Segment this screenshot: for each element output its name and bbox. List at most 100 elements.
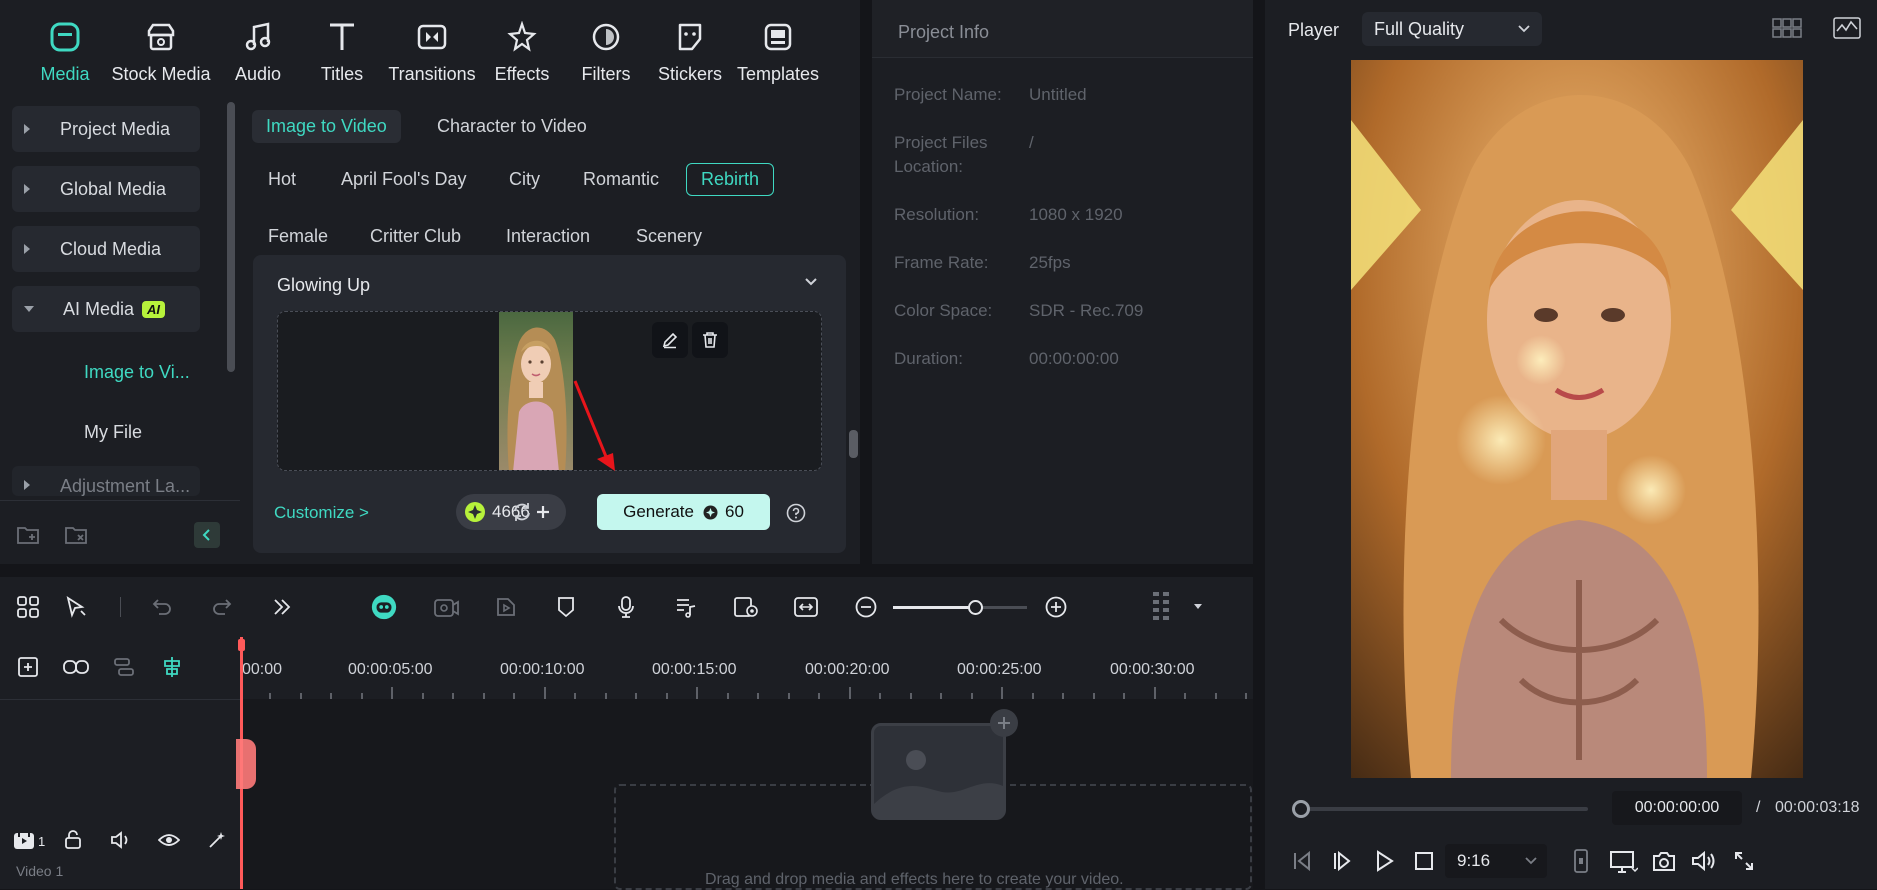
ai-copilot-icon[interactable] <box>370 593 398 621</box>
generate-button[interactable]: Generate 60 <box>597 494 770 530</box>
chevron-down-icon[interactable] <box>1194 604 1202 609</box>
aspect-ratio-value: 9:16 <box>1457 851 1491 870</box>
template-card: Glowing Up Customize > 4666 Generate 60 <box>253 255 846 553</box>
tag-female[interactable]: Female <box>268 226 328 247</box>
aspect-ratio-dropdown[interactable]: 9:16 <box>1445 844 1547 878</box>
ai-effect-icon[interactable] <box>206 829 228 851</box>
image-upload-area[interactable] <box>277 311 822 471</box>
fit-timeline-icon[interactable] <box>792 593 820 621</box>
toolbar-label: Templates <box>736 64 820 84</box>
pencil-icon <box>662 332 678 349</box>
collapse-sidebar-button[interactable] <box>194 522 220 548</box>
refresh-icon[interactable] <box>511 501 533 523</box>
toolbar-media[interactable]: Media <box>10 20 120 85</box>
edit-image-button[interactable] <box>652 322 688 358</box>
delete-image-button[interactable] <box>692 322 728 358</box>
zoom-out-icon[interactable] <box>852 593 880 621</box>
zoom-in-icon[interactable] <box>1042 593 1070 621</box>
previous-frame-icon[interactable] <box>1291 850 1313 872</box>
toolbar-templates[interactable]: Templates <box>723 20 833 85</box>
grid-view-icon[interactable] <box>1772 17 1802 39</box>
zoom-slider-handle[interactable] <box>968 600 983 615</box>
more-tools-icon[interactable] <box>268 593 296 621</box>
fullscreen-icon[interactable] <box>1733 850 1755 872</box>
track-list-icon[interactable] <box>110 653 138 681</box>
sidebar-scrollbar[interactable] <box>227 102 235 372</box>
stop-icon[interactable] <box>1413 850 1435 872</box>
timeline-ruler[interactable]: 00:00 00:00:05:00 00:00:10:00 00:00:15:0… <box>240 637 1253 699</box>
microphone-icon[interactable] <box>612 593 640 621</box>
generate-label: Generate <box>623 502 694 521</box>
track-visibility-icon[interactable] <box>158 829 180 851</box>
sidebar-item-cloud-media[interactable]: Cloud Media <box>12 226 200 272</box>
tag-rebirth[interactable]: Rebirth <box>686 163 775 196</box>
video-preview[interactable] <box>1351 60 1803 778</box>
preview-render-icon[interactable] <box>732 593 760 621</box>
tag-critter-club[interactable]: Critter Club <box>370 226 461 247</box>
ruler-tick-label: 00:00:20:00 <box>805 661 890 678</box>
link-icon[interactable] <box>62 653 90 681</box>
sidebar-subitem-image-to-video[interactable]: Image to Vi... <box>84 362 190 383</box>
zoom-slider-track[interactable] <box>893 606 1027 609</box>
chevron-down-icon[interactable] <box>804 277 818 287</box>
lock-track-icon[interactable] <box>62 829 84 851</box>
help-icon[interactable] <box>786 503 806 523</box>
chevron-right-icon <box>24 244 30 254</box>
marker-icon[interactable] <box>552 593 580 621</box>
ai-video-icon[interactable] <box>432 593 460 621</box>
ruler-tick-label: 00:00:10:00 <box>500 661 585 678</box>
playhead-tab[interactable] <box>236 739 256 789</box>
quality-value: Full Quality <box>1374 18 1465 39</box>
customize-link[interactable]: Customize > <box>274 503 369 523</box>
select-tool-icon[interactable] <box>62 593 90 621</box>
tag-romantic[interactable]: Romantic <box>583 169 659 190</box>
sidebar-item-project-media[interactable]: Project Media <box>12 106 200 152</box>
remove-folder-icon[interactable] <box>64 524 88 546</box>
track-volume-icon[interactable] <box>110 829 132 851</box>
panel-scrollbar[interactable] <box>849 430 858 458</box>
undo-icon[interactable] <box>148 593 176 621</box>
chevron-left-icon <box>202 529 210 541</box>
toolbar-label: Effects <box>494 64 550 84</box>
sidebar-item-global-media[interactable]: Global Media <box>12 166 200 212</box>
playhead-handle[interactable] <box>238 639 245 651</box>
quality-dropdown[interactable]: Full Quality <box>1362 12 1542 46</box>
magnet-snap-icon[interactable] <box>158 653 186 681</box>
tag-scenery[interactable]: Scenery <box>636 226 702 247</box>
redo-icon[interactable] <box>208 593 236 621</box>
template-card-title: Glowing Up <box>277 275 371 295</box>
ai-clip-icon[interactable] <box>492 593 520 621</box>
playback-progress-track[interactable] <box>1301 807 1588 811</box>
tag-april-fools-day[interactable]: April Fool's Day <box>341 169 466 190</box>
track-height-icon[interactable] <box>1148 592 1176 621</box>
tab-image-to-video[interactable]: Image to Video <box>252 110 401 143</box>
volume-icon[interactable] <box>1691 850 1717 872</box>
divider <box>120 597 121 617</box>
total-time: 00:00:03:18 <box>1775 799 1860 816</box>
layout-icon[interactable] <box>14 593 42 621</box>
ruler-tick-label: 00:00:25:00 <box>957 661 1042 678</box>
tag-interaction[interactable]: Interaction <box>506 226 590 247</box>
add-media-plus-icon[interactable] <box>990 709 1018 737</box>
info-row-location-line2: Location: <box>894 157 963 176</box>
sidebar-subitem-my-file[interactable]: My File <box>84 422 142 443</box>
toolbar-stock-media[interactable]: Stock Media <box>106 20 216 85</box>
play-icon[interactable] <box>1373 850 1395 872</box>
new-folder-icon[interactable] <box>16 524 40 546</box>
tab-character-to-video[interactable]: Character to Video <box>437 116 587 137</box>
tag-city[interactable]: City <box>509 169 540 190</box>
add-track-icon[interactable] <box>14 653 42 681</box>
snapshot-icon[interactable] <box>1652 850 1676 872</box>
current-time[interactable]: 00:00:00:00 <box>1612 791 1742 825</box>
sidebar-item-ai-media[interactable]: AI Media AI <box>12 286 200 332</box>
waveform-icon[interactable] <box>1833 17 1861 39</box>
playback-scrubber[interactable] <box>1292 800 1310 818</box>
safe-zone-icon[interactable] <box>1571 848 1591 874</box>
toolbar-label: Audio <box>234 64 282 84</box>
media-sidebar: Project Media Global Media Cloud Media A… <box>0 96 240 564</box>
next-frame-icon[interactable] <box>1331 850 1353 872</box>
audio-track-icon[interactable] <box>672 593 700 621</box>
display-settings-icon[interactable] <box>1610 850 1638 874</box>
sidebar-item-adjustment-layer[interactable]: Adjustment La... <box>12 466 200 496</box>
tag-hot[interactable]: Hot <box>268 169 296 190</box>
